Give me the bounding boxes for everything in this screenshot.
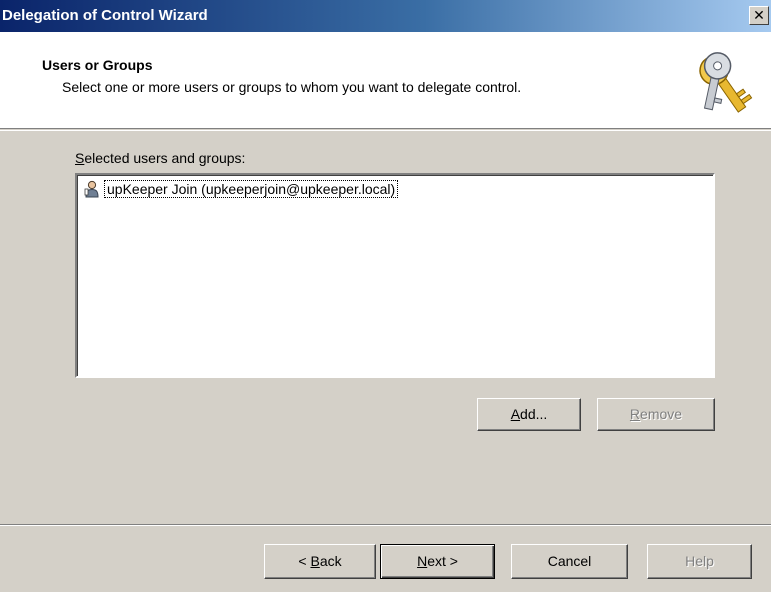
list-item[interactable]: upKeeper Join (upkeeperjoin@upkeeper.loc…: [83, 179, 399, 199]
page-subtitle: Select one or more users or groups to wh…: [62, 79, 522, 95]
remove-accelerator: R: [629, 406, 641, 422]
add-label: dd...: [520, 406, 548, 422]
close-button[interactable]: ✕: [749, 6, 769, 25]
user-icon: [84, 180, 99, 198]
selected-list-label: Selected users and groups:: [75, 150, 245, 166]
back-prefix: <: [298, 553, 311, 569]
next-button[interactable]: Next >: [380, 544, 495, 579]
page-title: Users or Groups: [42, 57, 153, 73]
next-accelerator: N: [417, 553, 428, 569]
selected-users-listbox[interactable]: upKeeper Join (upkeeperjoin@upkeeper.loc…: [75, 173, 715, 378]
keys-icon: [699, 52, 753, 113]
header-divider: [0, 130, 771, 131]
cancel-label: Cancel: [547, 553, 592, 569]
title-bar[interactable]: Delegation of Control Wizard ✕: [0, 0, 771, 32]
footer-separator-highlight: [0, 525, 771, 526]
list-item-label: upKeeper Join (upkeeperjoin@upkeeper.loc…: [104, 180, 399, 198]
cancel-button[interactable]: Cancel: [511, 544, 628, 579]
label-accelerator: S: [75, 150, 85, 166]
window-title: Delegation of Control Wizard: [2, 7, 208, 24]
close-icon: ✕: [753, 7, 765, 23]
back-label: ack: [319, 553, 342, 569]
next-label: ext >: [427, 553, 458, 569]
remove-label: emove: [640, 406, 683, 422]
back-button[interactable]: < Back: [264, 544, 376, 579]
add-accelerator: A: [510, 406, 521, 422]
wizard-header: Users or Groups Select one or more users…: [0, 32, 771, 129]
help-button[interactable]: Help: [647, 544, 752, 579]
add-button[interactable]: Add...: [477, 398, 581, 431]
label-text: elected users and groups:: [84, 150, 246, 166]
help-label: Help: [685, 553, 714, 569]
remove-button[interactable]: Remove: [597, 398, 715, 431]
back-accelerator: B: [310, 553, 320, 569]
